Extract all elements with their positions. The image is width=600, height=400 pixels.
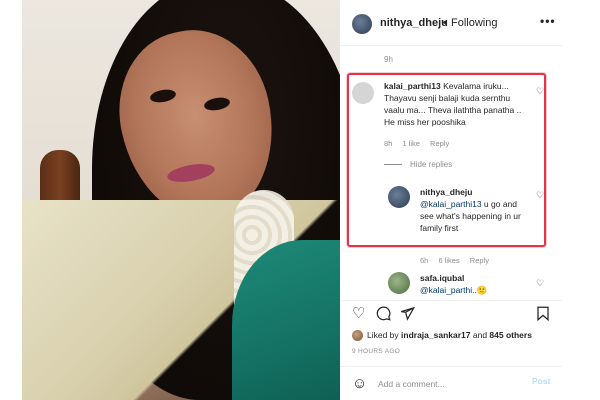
commenter-avatar[interactable]: [388, 272, 410, 294]
author-avatar[interactable]: [352, 14, 372, 34]
heart-icon[interactable]: ♡: [352, 306, 365, 321]
more-dots-icon[interactable]: •••: [540, 14, 556, 28]
add-comment-bar: ☺ Post: [340, 366, 562, 400]
caption-timestamp: 9h: [384, 55, 393, 64]
add-comment-input[interactable]: [378, 376, 528, 392]
likes-count[interactable]: 845 others: [489, 330, 532, 340]
reply-likes-count[interactable]: 6 likes: [438, 256, 459, 265]
following-button[interactable]: Following: [451, 17, 497, 29]
share-icon[interactable]: [400, 306, 416, 324]
bookmark-icon[interactable]: [536, 306, 550, 324]
comment-emoji-icon: 🙂: [476, 285, 488, 295]
emoji-icon[interactable]: ☺: [352, 375, 367, 392]
highlight-box: [347, 73, 546, 247]
comment-body: safa.iqubal @kalai_parthi..🙂: [420, 272, 532, 296]
reply-time: 6h: [420, 256, 429, 265]
likes-summary: Liked by indraja_sankar17 and 845 others: [352, 330, 532, 342]
author-username[interactable]: nithya_dheju: [380, 17, 448, 29]
separator-dot: •: [443, 17, 447, 29]
comment-mention[interactable]: @kalai_parthi..: [420, 285, 477, 295]
likes-prefix: Liked by: [367, 330, 402, 340]
post-photo[interactable]: [22, 0, 340, 400]
reply-reply-link[interactable]: Reply: [470, 256, 489, 265]
comment-username[interactable]: safa.iqubal: [420, 273, 464, 283]
likes-middle: and: [470, 330, 490, 340]
liker-username[interactable]: indraja_sankar17: [401, 330, 470, 340]
post-timestamp: 9 HOURS AGO: [352, 348, 401, 355]
post-comment-button[interactable]: Post: [532, 376, 550, 386]
comment-like-heart-icon[interactable]: ♡: [536, 278, 544, 289]
action-bar: ♡: [340, 300, 562, 324]
reply-meta: 6h 6 likes Reply: [420, 256, 497, 265]
comment-icon[interactable]: [376, 306, 391, 324]
post-header: nithya_dheju • Following •••: [340, 0, 562, 46]
liker-avatar[interactable]: [352, 330, 363, 342]
